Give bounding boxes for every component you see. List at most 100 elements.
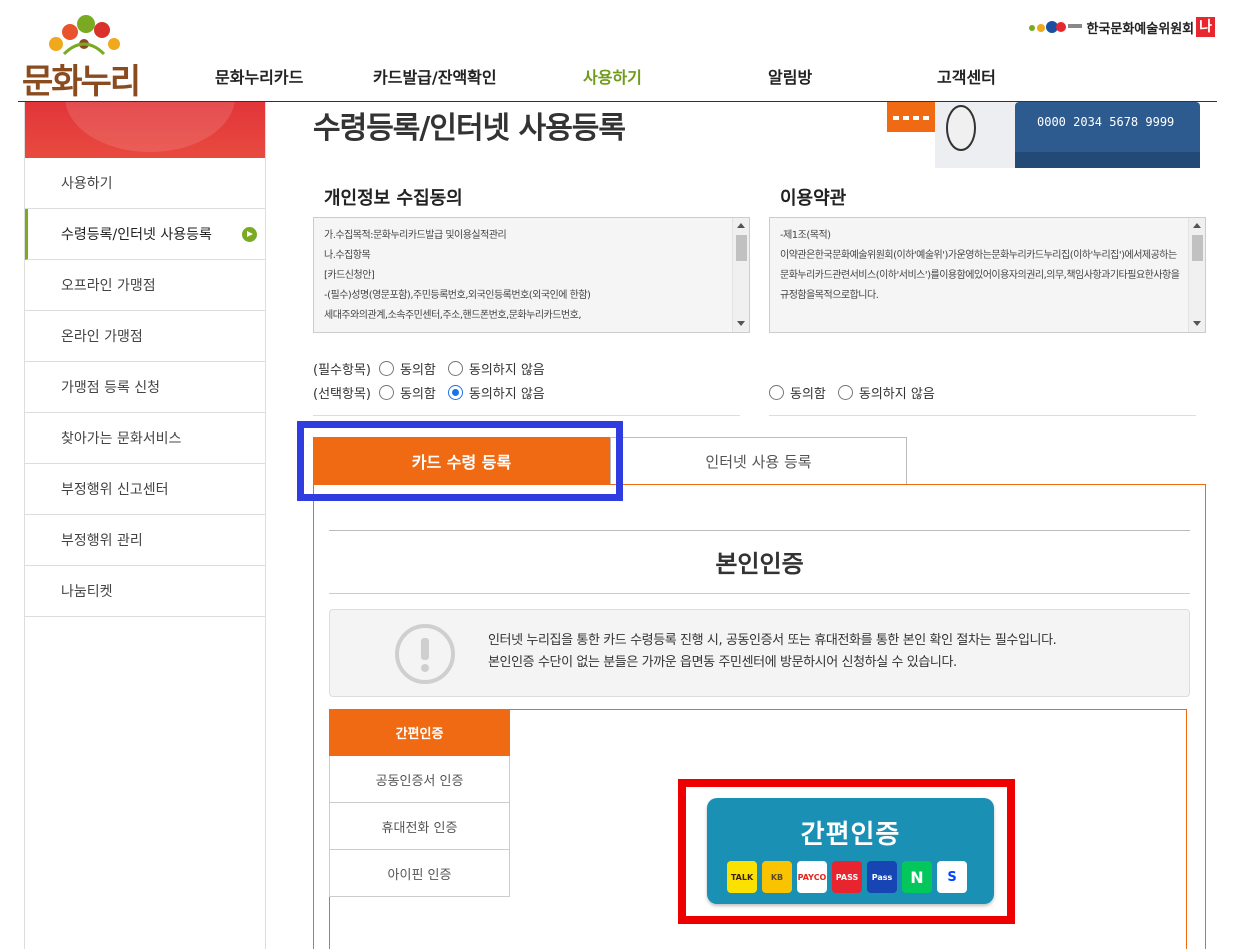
scroll-up-icon[interactable] (1193, 223, 1201, 228)
payco-icon: PAYCO (797, 861, 827, 893)
agree-label[interactable]: 동의함 (790, 383, 826, 402)
sidebar-item-label: 부정행위 신고센터 (61, 482, 169, 498)
naver-icon: N (902, 861, 932, 893)
logo-text: 문화누리 (22, 62, 141, 102)
sidebar: 사용하기 수령등록/인터넷 사용등록 오프라인 가맹점 온라인 가맹점 가맹점 … (24, 102, 266, 949)
card-banner-image: 0000 2034 5678 9999 (887, 102, 1200, 168)
scroll-down-icon[interactable] (737, 321, 745, 326)
privacy-text-box[interactable]: 가.수집목적:문화누리카드발급 및이용실적관리 나.수집항목 [카드신청안] -… (313, 217, 750, 333)
nav-customer-center[interactable]: 고객센터 (937, 64, 996, 88)
notice-text: 인터넷 누리집을 통한 카드 수령등록 진행 시, 공동인증서 또는 휴대전화를… (488, 630, 1057, 674)
divider (313, 415, 740, 416)
privacy-line: 세대주와의관계,소속주민센터,주소,핸드폰번호,문화누리카드번호, (324, 310, 582, 321)
sidebar-item-label: 나눔티켓 (61, 584, 113, 600)
logo-flowers-icon (49, 15, 120, 56)
disagree-label[interactable]: 동의하지 않음 (469, 359, 545, 378)
privacy-optional-agree-radio[interactable] (378, 385, 394, 400)
nav-card-issue[interactable]: 카드발급/잔액확인 (373, 64, 497, 88)
privacy-line: [카드신청안] (324, 270, 375, 281)
auth-method-ipin[interactable]: 아이핀 인증 (329, 850, 510, 897)
auth-method-menu: 간편인증 공동인증서 인증 휴대전화 인증 아이핀 인증 (329, 709, 510, 897)
privacy-optional-consent: (선택항목) 동의함 동의하지 않음 (313, 383, 549, 402)
terms-agree-radio[interactable] (769, 385, 784, 400)
org-logo[interactable]: 한국문화예술위원회 나 (1028, 16, 1215, 38)
scroll-down-icon[interactable] (1193, 321, 1201, 326)
pass-blue-icon: Pass (867, 861, 897, 893)
privacy-scrollbar[interactable] (732, 218, 749, 332)
terms-line: 문화누리카드관련서비스(이하'서비스')를이용함에있어이용자의권리,의무,책임사… (780, 270, 1180, 281)
sidebar-item-label: 사용하기 (61, 176, 113, 192)
pass-red-icon: PASS (832, 861, 862, 893)
privacy-required-disagree-radio[interactable] (447, 361, 463, 376)
divider (329, 593, 1190, 594)
notice-line: 본인인증 수단이 없는 분들은 가까운 읍면동 주민센터에 방문하시어 신청하실… (488, 655, 957, 670)
site-logo[interactable]: 문화누리 (20, 14, 145, 102)
nav-usage[interactable]: 사용하기 (583, 64, 642, 88)
auth-method-easy[interactable]: 간편인증 (329, 709, 510, 756)
terms-line: 이약관은한국문화예술위원회(이하'예술위')가운영하는문화누리카드누리집(이하'… (780, 250, 1177, 261)
sidebar-item-online-store[interactable]: 온라인 가맹점 (25, 311, 265, 362)
card-number-text: 0000 2034 5678 9999 (1037, 115, 1174, 129)
kakao-talk-icon: TALK (727, 861, 757, 893)
terms-scrollbar[interactable] (1188, 218, 1205, 332)
page-title: 수령등록/인터넷 사용등록 (313, 111, 626, 146)
sidebar-item-visiting-service[interactable]: 찾아가는 문화서비스 (25, 413, 265, 464)
sidebar-item-fraud-report[interactable]: 부정행위 신고센터 (25, 464, 265, 515)
cert-title: 본인인증 (715, 550, 804, 578)
sidebar-item-label: 온라인 가맹점 (61, 329, 143, 345)
sidebar-item-label: 오프라인 가맹점 (61, 278, 156, 294)
scroll-up-icon[interactable] (737, 223, 745, 228)
terms-title: 이용약관 (780, 188, 847, 209)
privacy-line: -(필수)성명(영문포함),주민등록번호,외국인등록번호(외국인에 한함) (324, 290, 591, 301)
notice-box: 인터넷 누리집을 통한 카드 수령등록 진행 시, 공동인증서 또는 휴대전화를… (329, 609, 1190, 697)
notice-line: 인터넷 누리집을 통한 카드 수령등록 진행 시, 공동인증서 또는 휴대전화를… (488, 633, 1057, 648)
sidebar-item-store-apply[interactable]: 가맹점 등록 신청 (25, 362, 265, 413)
terms-disagree-radio[interactable] (837, 385, 853, 400)
terms-text-box[interactable]: -제1조(목적) 이약관은한국문화예술위원회(이하'예술위')가운영하는문화누리… (769, 217, 1206, 333)
terms-consent: 동의함 동의하지 않음 (761, 383, 939, 402)
divider (329, 530, 1190, 531)
required-label: (필수항목) (313, 363, 371, 378)
sidebar-item-fraud-manage[interactable]: 부정행위 관리 (25, 515, 265, 566)
exclamation-icon (395, 624, 455, 684)
sidebar-banner (25, 102, 265, 158)
easy-auth-label: 간편인증 (800, 820, 901, 850)
auth-providers: TALK KB PAYCO PASS Pass N S (727, 861, 972, 893)
header: 문화누리 문화누리카드 카드발급/잔액확인 사용하기 알림방 고객센터 한국문화… (0, 0, 1239, 103)
agree-label[interactable]: 동의함 (400, 383, 436, 402)
auth-method-phone[interactable]: 휴대전화 인증 (329, 803, 510, 850)
privacy-optional-disagree-radio[interactable] (447, 385, 463, 400)
agree-label[interactable]: 동의함 (400, 359, 436, 378)
nav-notice[interactable]: 알림방 (768, 64, 812, 88)
privacy-title: 개인정보 수집동의 (324, 188, 463, 209)
shinhan-icon: S (937, 861, 967, 893)
scroll-thumb[interactable] (1192, 235, 1203, 261)
terms-line: -제1조(목적) (780, 230, 831, 241)
privacy-required-consent: (필수항목) 동의함 동의하지 않음 (313, 359, 549, 378)
privacy-required-agree-radio[interactable] (378, 361, 394, 376)
sidebar-item-label: 부정행위 관리 (61, 533, 143, 549)
org-badge: 나 (1196, 17, 1215, 37)
disagree-label[interactable]: 동의하지 않음 (469, 383, 545, 402)
optional-label: (선택항목) (313, 387, 371, 402)
easy-auth-button[interactable]: 간편인증 TALK KB PAYCO PASS Pass N S (707, 798, 994, 904)
sidebar-item-label: 가맹점 등록 신청 (61, 380, 161, 396)
terms-line: 규정함을목적으로합니다. (780, 290, 879, 301)
sidebar-item-sharing-ticket[interactable]: 나눔티켓 (25, 566, 265, 617)
sidebar-item-usage[interactable]: 사용하기 (25, 158, 265, 209)
scroll-thumb[interactable] (736, 235, 747, 261)
privacy-line: 가.수집목적:문화누리카드발급 및이용실적관리 (324, 230, 507, 241)
nav-culture-card[interactable]: 문화누리카드 (215, 64, 303, 88)
sidebar-item-label: 수령등록/인터넷 사용등록 (61, 227, 212, 243)
divider (769, 415, 1196, 416)
org-name: 한국문화예술위원회 (1086, 21, 1195, 37)
kb-icon: KB (762, 861, 792, 893)
tab-internet-registration[interactable]: 인터넷 사용 등록 (610, 437, 907, 484)
arrow-right-icon (242, 227, 257, 242)
sidebar-item-offline-store[interactable]: 오프라인 가맹점 (25, 260, 265, 311)
auth-method-certificate[interactable]: 공동인증서 인증 (329, 756, 510, 803)
disagree-label[interactable]: 동의하지 않음 (859, 383, 935, 402)
sidebar-item-label: 찾아가는 문화서비스 (61, 431, 182, 447)
tab-card-registration[interactable]: 카드 수령 등록 (313, 437, 610, 484)
sidebar-item-registration[interactable]: 수령등록/인터넷 사용등록 (25, 209, 265, 260)
